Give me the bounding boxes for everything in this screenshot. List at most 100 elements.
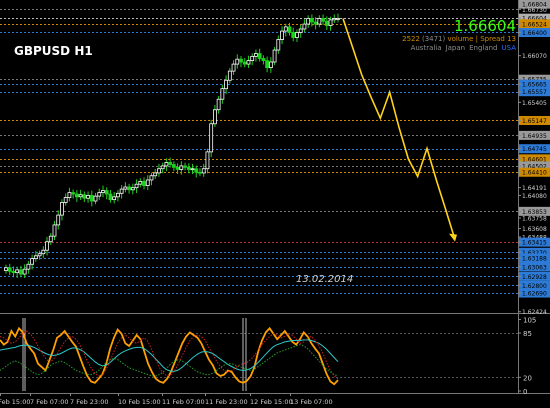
candle-body: [302, 23, 307, 30]
chart-title: GBPUSD H1: [14, 44, 93, 58]
price-label: 1.64080: [522, 193, 547, 200]
time-label: 11 Feb 07:00: [162, 398, 205, 406]
session-england: England: [469, 44, 497, 52]
candle-body: [324, 20, 329, 26]
candle-body: [198, 171, 202, 174]
candle-body: [104, 190, 109, 195]
candle-body: [272, 49, 277, 63]
candle-body: [220, 88, 225, 100]
candle-body: [291, 32, 296, 38]
price-label: 1.66524: [522, 21, 547, 28]
candle-body: [280, 30, 284, 40]
candle-body: [142, 180, 146, 186]
price-label: 1.65147: [522, 118, 547, 125]
info-ticks: 2522: [402, 35, 420, 43]
time-label: 11 Feb 23:00: [205, 398, 248, 406]
candle-body: [11, 270, 16, 274]
candle-body: [265, 60, 270, 69]
candle-body: [48, 235, 53, 243]
price-label: 1.65405: [522, 100, 547, 107]
candle-body: [74, 193, 79, 198]
candle-body: [127, 186, 132, 191]
candle-body: [254, 53, 258, 57]
info-ticks-paren: (3471): [422, 35, 446, 43]
candle-body: [82, 194, 87, 199]
candle-body: [15, 269, 20, 274]
candle-body: [138, 180, 143, 185]
candle-body: [97, 192, 102, 197]
candle-body: [317, 18, 322, 25]
candle-body: [190, 168, 195, 171]
candle-body: [78, 194, 83, 198]
time-label: 7 Feb 23:00: [70, 398, 109, 406]
candle-body: [257, 53, 262, 59]
price-label: 1.63415: [522, 240, 547, 247]
candle-body: [153, 172, 158, 177]
candle-body: [168, 162, 173, 165]
bid-price: 1.66604: [454, 17, 516, 35]
price-label: 1.64410: [522, 170, 547, 177]
candle-body: [145, 179, 150, 186]
candle-body: [246, 60, 251, 65]
candle-body: [183, 165, 187, 168]
candle-body: [108, 193, 113, 201]
candle-body: [112, 196, 117, 201]
candle-body: [186, 166, 191, 170]
candle-body: [227, 70, 232, 81]
candle-body: [130, 187, 135, 191]
oscillator-axis-label: 105: [523, 316, 536, 324]
candle-body: [205, 151, 210, 170]
candle-body: [250, 55, 255, 61]
candle-body: [283, 26, 288, 32]
candle-body: [179, 165, 184, 170]
candle-body: [175, 166, 180, 170]
chart-canvas: 1.668041.667301.666041.665241.664001.660…: [0, 0, 550, 408]
candle-body: [171, 164, 176, 168]
candle-body: [119, 188, 124, 194]
candle-body: [37, 253, 42, 257]
candle-body: [164, 162, 169, 167]
candle-body: [101, 190, 105, 194]
candle-body: [268, 61, 273, 69]
candle-body: [30, 258, 35, 265]
candle-body: [89, 195, 94, 202]
price-label: 1.62928: [522, 274, 547, 281]
info-rest: volume | Spread 13: [445, 35, 516, 43]
session-japan: Japan: [445, 44, 466, 52]
candle-body: [261, 58, 266, 61]
candle-body: [212, 109, 217, 125]
candle-body: [209, 123, 214, 153]
candle-body: [63, 197, 68, 203]
candle-body: [56, 214, 61, 226]
candle-body: [321, 18, 325, 22]
candle-body: [71, 192, 76, 195]
candle-body: [224, 79, 228, 90]
candle-body: [216, 98, 221, 111]
time-label: 13 Feb 07:00: [290, 398, 333, 406]
candle-body: [231, 63, 236, 72]
oscillator-axis-label: 0: [523, 388, 527, 396]
time-label: 7 Feb 07:00: [30, 398, 69, 406]
candle-body: [201, 168, 206, 174]
candle-body: [93, 195, 98, 202]
candle-body: [295, 32, 299, 38]
time-label: 6 Feb 15:00: [0, 398, 31, 406]
candle-body: [22, 268, 27, 275]
time-label: 12 Feb 15:00: [250, 398, 293, 406]
candle-body: [160, 165, 165, 170]
candle-body: [123, 186, 128, 190]
candle-body: [313, 21, 318, 25]
price-label: 1.66730: [522, 7, 547, 14]
time-label: 10 Feb 15:00: [118, 398, 161, 406]
candle-body: [235, 58, 240, 65]
candle-body: [116, 192, 120, 198]
candle-body: [328, 19, 333, 26]
candle-body: [276, 39, 281, 51]
candle-body: [45, 241, 49, 251]
candle-body: [67, 192, 72, 198]
candle-body: [33, 255, 38, 260]
date-annotation: 13.02.2014: [296, 274, 353, 285]
price-label: 1.64191: [522, 185, 547, 192]
candle-body: [332, 18, 337, 21]
candle-body: [7, 267, 12, 272]
